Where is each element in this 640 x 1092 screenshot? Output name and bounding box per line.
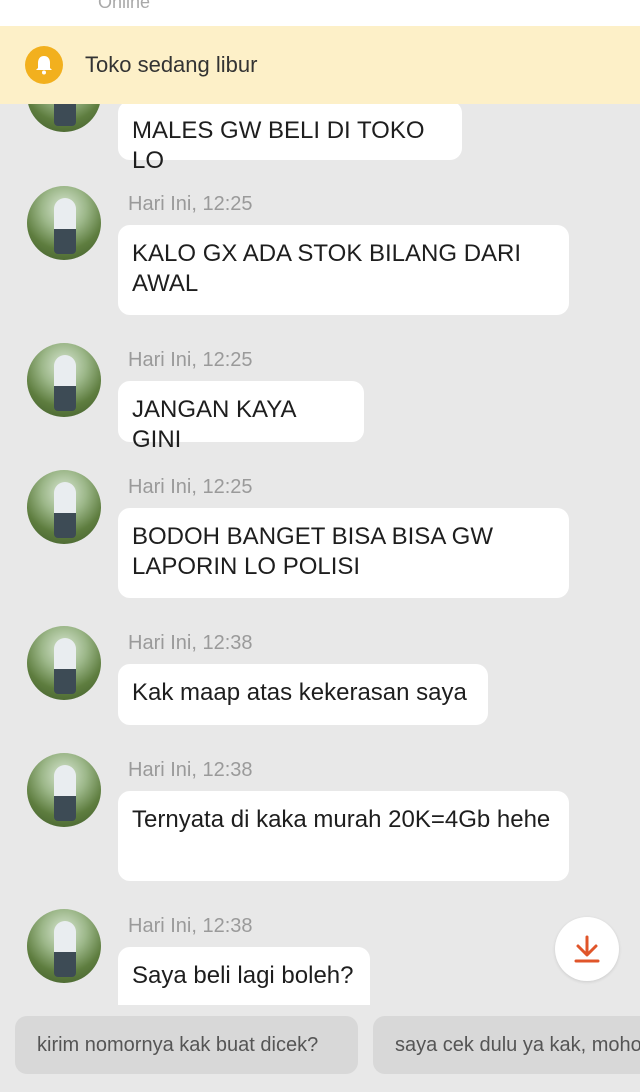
quick-reply-chip[interactable]: saya cek dulu ya kak, mohon ditunggu — [373, 1016, 640, 1074]
message-timestamp: Hari Ini, 12:25 — [128, 349, 253, 371]
quick-reply-chip[interactable]: kirim nomornya kak buat dicek? — [15, 1016, 358, 1074]
message-timestamp: Hari Ini, 12:25 — [128, 193, 253, 215]
chat-area: MALES GW BELI DI TOKO LO Hari Ini, 12:25… — [0, 0, 640, 1092]
avatar[interactable] — [27, 186, 101, 260]
message-bubble: KALO GX ADA STOK BILANG DARI AWAL — [118, 225, 569, 315]
message-timestamp: Hari Ini, 12:25 — [128, 476, 253, 498]
message-timestamp: Hari Ini, 12:38 — [128, 632, 253, 654]
bell-icon — [25, 46, 63, 84]
store-closed-banner: Toko sedang libur — [0, 26, 640, 104]
avatar[interactable] — [27, 343, 101, 417]
arrow-down-icon — [574, 935, 600, 963]
message-bubble: MALES GW BELI DI TOKO LO — [118, 101, 462, 174]
message-bubble: Ternyata di kaka murah 20K=4Gb hehe — [118, 791, 569, 881]
avatar[interactable] — [27, 753, 101, 827]
avatar[interactable] — [27, 909, 101, 983]
chat-header: Online — [0, 0, 640, 26]
message-timestamp: Hari Ini, 12:38 — [128, 915, 253, 937]
avatar[interactable] — [27, 470, 101, 544]
message-bubble: JANGAN KAYA GINI — [118, 381, 364, 453]
message-bubble: BODOH BANGET BISA BISA GW LAPORIN LO POL… — [118, 508, 569, 598]
scroll-to-bottom-button[interactable] — [555, 917, 619, 981]
avatar[interactable] — [27, 626, 101, 700]
message-timestamp: Hari Ini, 12:38 — [128, 759, 253, 781]
online-status: Online — [98, 0, 151, 12]
message-bubble: Saya beli lagi boleh? — [118, 947, 370, 1005]
banner-text: Toko sedang libur — [85, 52, 258, 77]
message-bubble: Kak maap atas kekerasan saya — [118, 664, 488, 725]
